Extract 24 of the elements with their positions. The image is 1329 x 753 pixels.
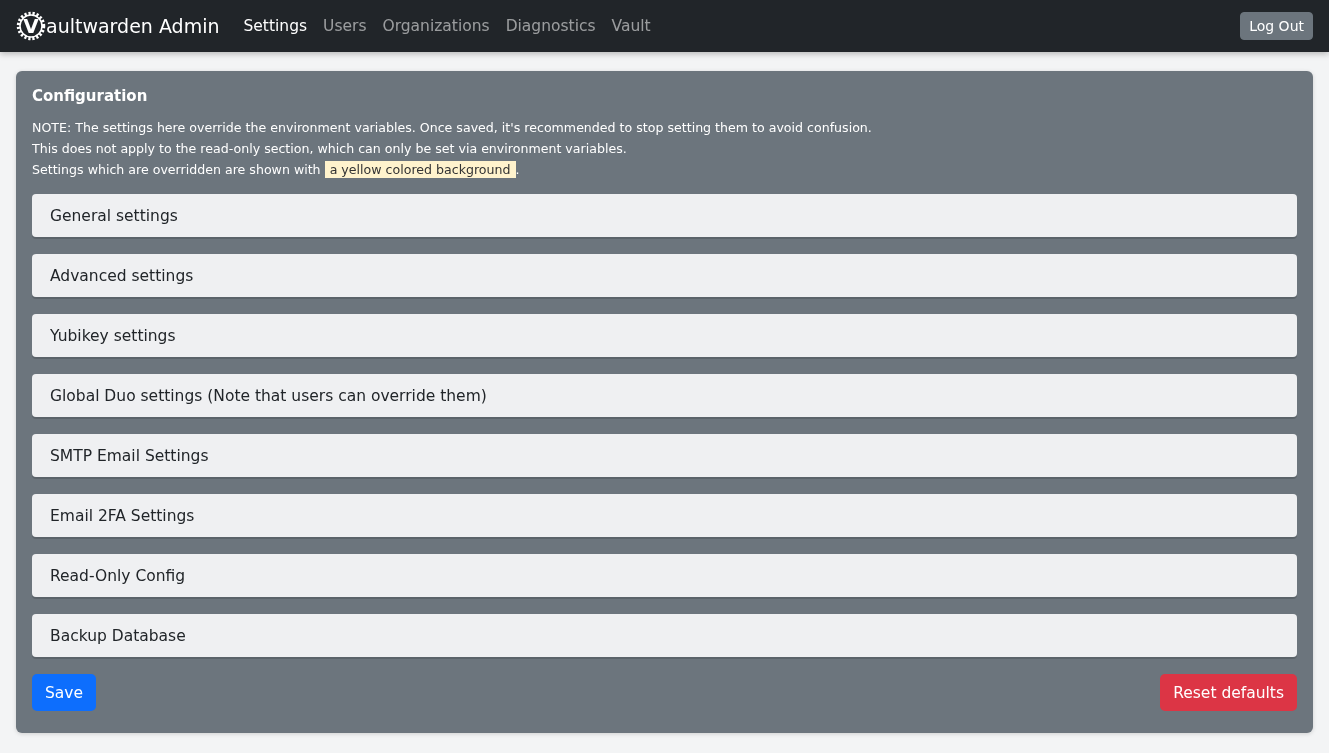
logout-button[interactable]: Log Out	[1240, 12, 1313, 40]
nav-link[interactable]: Organizations	[382, 17, 490, 35]
card-title: Configuration	[32, 87, 149, 105]
gear-logo-icon: V	[16, 11, 46, 41]
settings-section-header[interactable]: Global Duo settings (Note that users can override them)	[32, 374, 1297, 417]
settings-section-header[interactable]: Email 2FA Settings	[32, 494, 1297, 537]
nav-link[interactable]: Users	[323, 17, 367, 35]
nav-link[interactable]: Settings	[243, 17, 308, 35]
nav-link[interactable]: Vault	[611, 17, 651, 35]
save-button[interactable]: Save	[32, 674, 97, 711]
reset-defaults-button[interactable]: Reset defaults	[1160, 674, 1297, 711]
brand-link[interactable]: V aultwarden Admin	[16, 11, 220, 41]
note-text: Settings which are overridden are shown with	[32, 162, 321, 177]
nav-link[interactable]: Diagnostics	[505, 17, 596, 35]
settings-section-header[interactable]: SMTP Email Settings	[32, 434, 1297, 477]
note-text: This does not apply to the read-only section, which can only be set via environment variables.	[32, 140, 628, 158]
settings-section-header[interactable]: Backup Database	[32, 614, 1297, 657]
settings-section-header[interactable]: General settings	[32, 194, 1297, 237]
settings-section-header[interactable]: Yubikey settings	[32, 314, 1297, 357]
settings-section-header[interactable]: Read-Only Config	[32, 554, 1297, 597]
note-text: NOTE: The settings here override the environment variables. Once saved, it's recommended to stop setting them to avoid confusion.	[32, 119, 873, 137]
highlighted-text-sample: a yellow colored background	[324, 161, 516, 178]
period-text: .	[515, 162, 520, 177]
settings-section-header[interactable]: Advanced settings	[32, 254, 1297, 297]
